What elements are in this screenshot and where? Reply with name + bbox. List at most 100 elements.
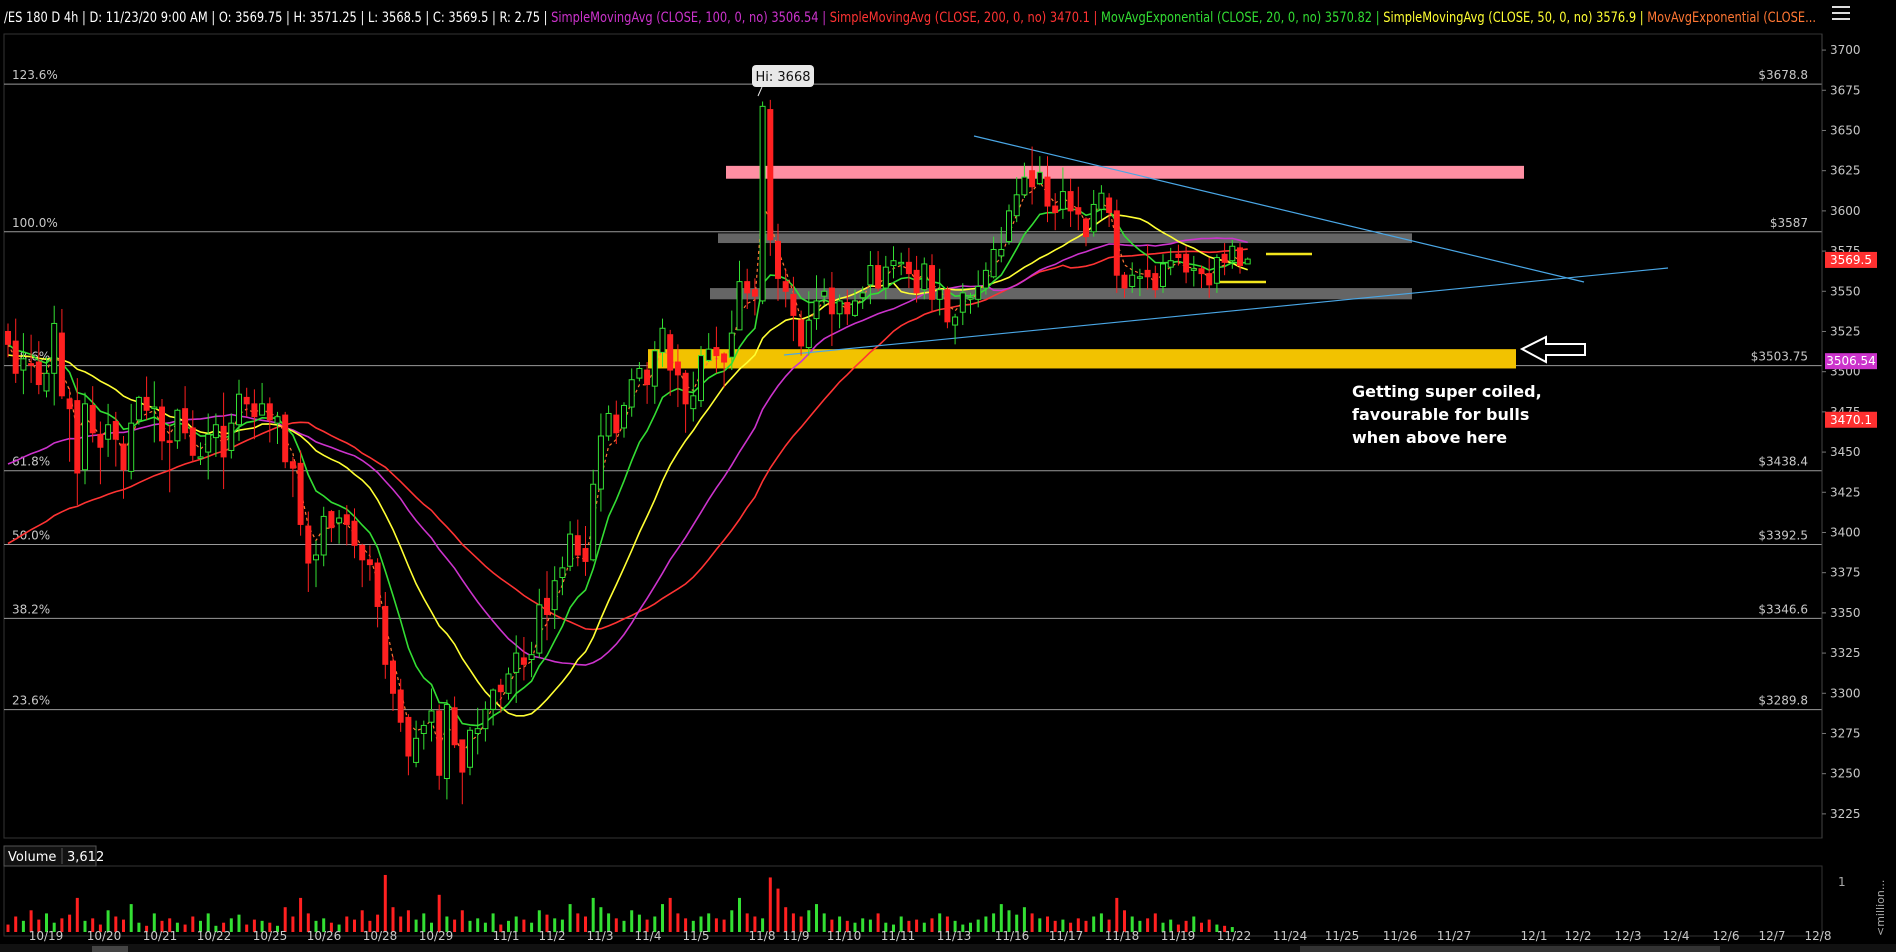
candle-body	[382, 605, 389, 665]
volume-bar	[530, 922, 534, 932]
volume-bar	[776, 888, 780, 932]
candle-body	[520, 657, 527, 665]
price-axis: 3225 3250 3275 3300 3325 3350 3375 3400 3425 3450…	[1821, 34, 1877, 838]
candle-body	[1160, 263, 1166, 287]
candle-body	[1090, 203, 1097, 233]
time-label: 10/29	[419, 929, 454, 943]
candle-body	[890, 260, 897, 267]
time-label: 11/9	[783, 929, 810, 943]
hi-label: Hi: 3668	[756, 70, 811, 85]
candle-body	[174, 409, 181, 442]
volume-bar	[1099, 913, 1103, 932]
candle-body	[582, 548, 589, 562]
price-tick-label: 3675	[1830, 83, 1861, 97]
time-label: 11/17	[1049, 929, 1084, 943]
price-tick-label: 3525	[1830, 324, 1861, 338]
candle-body	[936, 289, 943, 300]
time-label: 11/2	[539, 929, 566, 943]
candle-body	[1129, 274, 1136, 287]
candle-body	[867, 265, 874, 286]
plot-frame	[3, 33, 1823, 839]
candle-body	[659, 327, 666, 353]
volume-bar	[468, 920, 472, 932]
volume-bar	[183, 924, 187, 932]
candle-body	[621, 404, 627, 429]
candle-body	[289, 461, 296, 469]
header-study-value-2: 3570.82 |	[1325, 10, 1383, 26]
candle-body	[1013, 194, 1020, 217]
candle-body	[390, 660, 396, 694]
price-chart[interactable]: 123.6% $3678.8100.0% $358778.6% $3503.7561.…	[0, 0, 1896, 952]
price-tick-label: 3700	[1830, 43, 1861, 57]
header-range: R: 2.75 |	[499, 10, 551, 26]
candle-body	[135, 396, 142, 421]
price-tick-label: 3325	[1830, 646, 1861, 660]
candle-body	[921, 263, 928, 291]
volume-bar	[876, 913, 880, 932]
candle-body	[1190, 268, 1197, 271]
volume-bar	[976, 919, 980, 932]
volume-bar	[437, 894, 441, 932]
candle-body	[505, 673, 512, 694]
candle-body	[343, 514, 350, 525]
candle-body	[952, 316, 959, 326]
price-tick-label: 3425	[1830, 485, 1861, 499]
hi-callout: Hi: 3668	[752, 65, 814, 97]
candle-body	[197, 456, 204, 459]
time-label: 12/2	[1565, 929, 1592, 943]
volume-bar	[75, 897, 79, 932]
candle-body	[929, 265, 935, 300]
candle-body	[751, 289, 758, 297]
candle-body	[1021, 176, 1028, 196]
candle-body	[282, 414, 289, 463]
candle-body	[713, 347, 720, 357]
time-label: 11/24	[1273, 929, 1308, 943]
header-open: O: 3569.75 |	[219, 10, 294, 26]
price-tick-label: 3250	[1830, 767, 1861, 781]
candle-body	[551, 580, 558, 611]
candle-body	[397, 689, 404, 723]
candle-body	[744, 281, 751, 294]
candle-body	[490, 689, 497, 710]
candle-body	[782, 281, 789, 292]
volume-bar	[453, 919, 457, 932]
time-label: 11/27	[1437, 929, 1472, 943]
candle-body	[328, 511, 335, 529]
volume-bar	[738, 897, 741, 932]
candle-body	[1044, 176, 1051, 207]
volume-bar	[1200, 922, 1203, 932]
volume-label: Volume	[8, 850, 56, 865]
scrollbar-thumb-right[interactable]	[1300, 946, 1720, 952]
scrollbar-thumb-left[interactable]	[92, 946, 128, 952]
candle-body	[313, 554, 319, 561]
price-tick-label: 3300	[1830, 686, 1861, 700]
candle-body	[236, 393, 242, 426]
candle-body	[266, 403, 273, 421]
candle-body	[567, 533, 574, 567]
header-high: H: 3571.25 |	[293, 10, 367, 26]
candle-body	[220, 425, 227, 458]
volume-bar	[14, 916, 18, 932]
volume-bar	[1153, 913, 1157, 932]
header-study-value-1: 3470.1 |	[1050, 10, 1101, 26]
candle-body	[436, 710, 443, 776]
fib-price-0: $3678.8	[1758, 68, 1808, 82]
candle-body	[405, 716, 412, 757]
volume-bar	[568, 904, 572, 932]
candle-body	[12, 340, 19, 374]
fib-pct-1: 100.0%	[12, 216, 58, 230]
candle-body	[728, 332, 735, 358]
candle-body	[767, 109, 774, 241]
price-tick-label: 3400	[1830, 525, 1861, 539]
candle-body	[882, 266, 889, 289]
note-line-2: favourable for bulls	[1352, 405, 1529, 424]
candle-body	[28, 363, 35, 366]
candle-body	[20, 358, 27, 371]
candle-body	[513, 652, 520, 673]
volume-bar	[922, 922, 926, 932]
volume-bar	[768, 877, 772, 932]
volume-unit-label: <million...	[1874, 880, 1887, 936]
candle-body	[605, 412, 612, 437]
candle-body	[636, 367, 643, 379]
candle-body	[528, 654, 535, 661]
